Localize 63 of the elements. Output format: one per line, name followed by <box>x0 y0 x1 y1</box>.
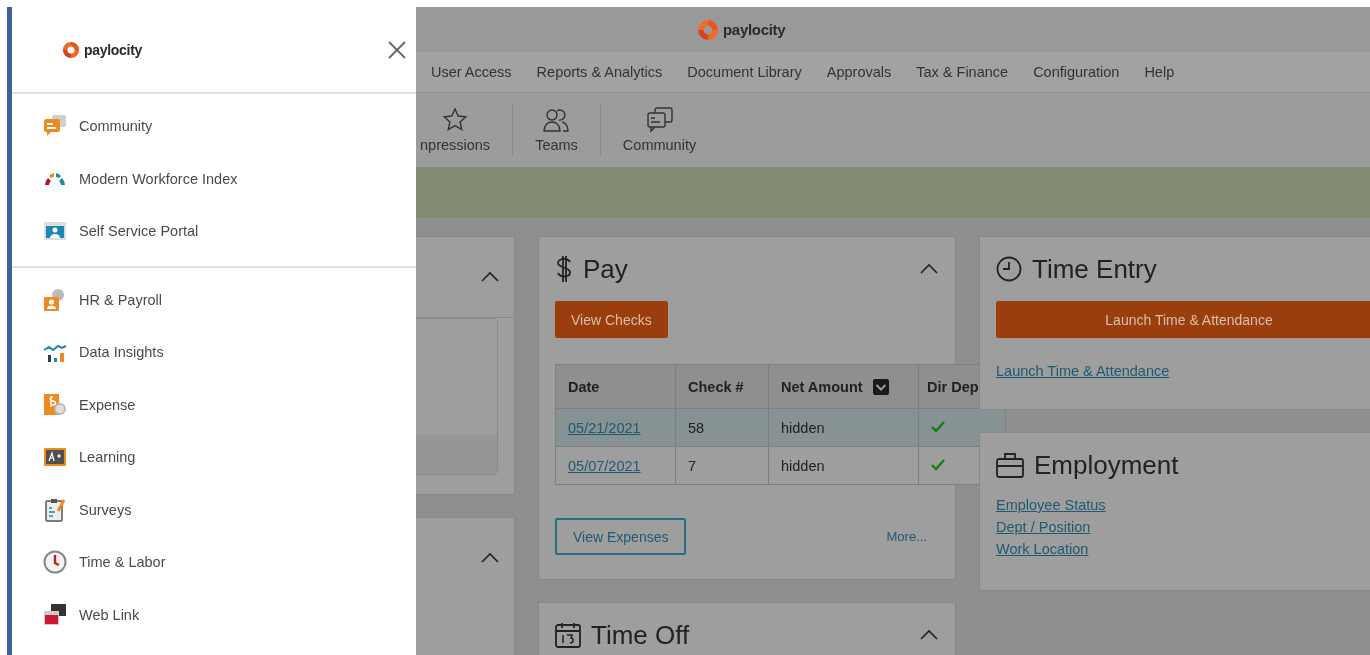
nav-link[interactable]: Document Library <box>687 64 802 80</box>
column-header: Net Amount <box>781 378 863 395</box>
nav-link[interactable]: Help <box>1144 64 1175 80</box>
menu-item[interactable]: Community <box>79 118 153 135</box>
clipboard-icon <box>43 497 67 522</box>
logo-icon <box>697 18 719 41</box>
collapse-icon[interactable] <box>919 629 939 641</box>
person-badge-icon <box>43 287 67 312</box>
card-title: Time Off <box>591 619 691 651</box>
receipt-coins-icon <box>43 392 67 417</box>
nav-link[interactable]: Reports & Analytics <box>536 64 663 80</box>
chat-bubbles-icon <box>645 107 674 133</box>
card-title: Time Entry <box>1032 253 1158 285</box>
launch-link[interactable]: Launch Time & Attendance <box>996 363 1170 379</box>
collapse-icon[interactable] <box>919 263 939 275</box>
table-cell: 58 <box>688 419 705 436</box>
launch-button[interactable]: Launch Time & Attendance <box>996 301 1370 338</box>
employment-link[interactable]: Work Location <box>996 541 1089 557</box>
chat-bubbles-icon <box>43 114 67 139</box>
menu-item[interactable]: Surveys <box>79 501 132 518</box>
menu-item[interactable]: Time & Labor <box>79 554 166 571</box>
menu-item[interactable]: Learning <box>79 449 136 466</box>
more-link[interactable]: More... <box>886 529 927 544</box>
nav-link[interactable]: Tax & Finance <box>916 64 1009 80</box>
dollar-icon <box>555 255 573 283</box>
menu-item[interactable]: Modern Workforce Index <box>79 170 238 187</box>
collapse-icon[interactable] <box>480 271 500 283</box>
collapse-icon[interactable] <box>480 552 500 564</box>
table-cell: hidden <box>781 419 825 436</box>
calendar-icon <box>555 622 581 648</box>
people-icon <box>542 107 571 133</box>
card-title: Employment <box>1034 449 1180 481</box>
view-checks-button[interactable]: View Checks <box>555 301 668 338</box>
windows-icon <box>43 602 67 627</box>
view-expenses-button[interactable]: View Expenses <box>555 518 687 555</box>
logo-icon <box>62 40 80 59</box>
dropdown-icon[interactable] <box>872 378 889 395</box>
table-cell: hidden <box>781 457 825 474</box>
nav-link[interactable]: Approvals <box>826 64 892 80</box>
star-icon <box>442 107 469 133</box>
employment-link[interactable]: Employee Status <box>996 497 1106 513</box>
menu-item[interactable]: Data Insights <box>79 344 164 361</box>
logo-text: paylocity <box>723 21 786 38</box>
close-icon[interactable] <box>388 40 406 59</box>
column-header: Dir Dep <box>927 378 979 395</box>
table-cell: 7 <box>688 457 697 474</box>
logo-text: paylocity <box>84 41 142 58</box>
employment-link[interactable]: Dept / Position <box>996 519 1091 535</box>
column-header: Date <box>568 378 600 395</box>
menu-item[interactable]: Self Service Portal <box>79 223 199 240</box>
clock-icon <box>43 550 67 575</box>
briefcase-icon <box>996 452 1024 478</box>
column-header: Check # <box>688 378 744 395</box>
toolbar-label[interactable]: Community <box>622 137 697 153</box>
toolbar-label[interactable]: npressions <box>420 137 491 153</box>
menu-item[interactable]: Expense <box>79 396 136 413</box>
nav-link[interactable]: User Access <box>431 64 512 80</box>
toolbar-label[interactable]: Teams <box>535 137 578 153</box>
clock-icon <box>996 256 1022 282</box>
menu-item[interactable]: HR & Payroll <box>79 291 162 308</box>
nav-link[interactable]: Configuration <box>1033 64 1120 80</box>
menu-item[interactable]: Web Link <box>79 606 140 623</box>
card-title: Pay <box>583 253 629 285</box>
